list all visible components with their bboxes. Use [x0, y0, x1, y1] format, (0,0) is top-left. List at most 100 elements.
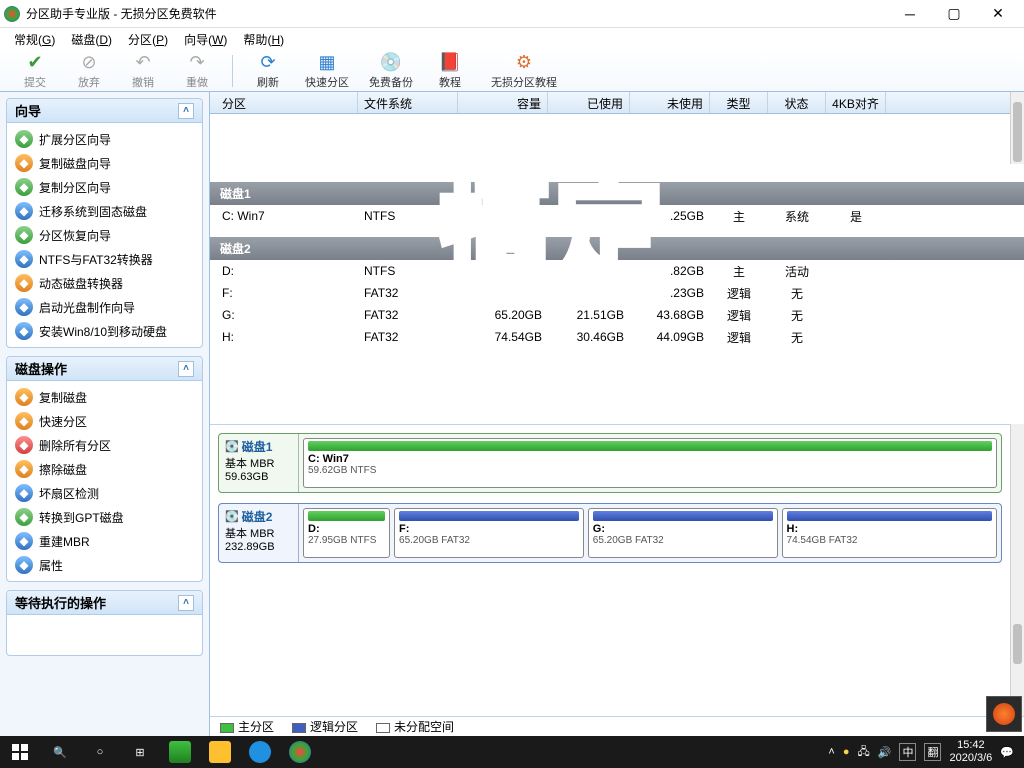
disk-header-row[interactable]: 磁盘1 [210, 182, 1024, 205]
disk-map-parts: D:27.95GB NTFSF:65.20GB FAT32G:65.20GB F… [299, 504, 1001, 562]
quick-partition-button[interactable]: ▦快速分区 [297, 50, 357, 92]
wizard-item[interactable]: ◆复制磁盘向导 [11, 151, 198, 175]
refresh-button[interactable]: ⟳刷新 [243, 50, 293, 92]
disk-map[interactable]: 💽磁盘2基本 MBR232.89GBD:27.95GB NTFSF:65.20G… [218, 503, 1002, 563]
chevron-up-icon[interactable]: ˄ [178, 595, 194, 611]
diskop-item[interactable]: ◆坏扇区检测 [11, 481, 198, 505]
partition-sub: 65.20GB FAT32 [593, 535, 773, 546]
wizard-item[interactable]: ◆ 分区恢复向导 [11, 223, 198, 247]
col-type[interactable]: 类型 [710, 92, 768, 113]
usage-bar [399, 511, 579, 521]
scrollbar[interactable] [1010, 424, 1024, 716]
taskbar-app[interactable] [200, 736, 240, 768]
task-view-button[interactable]: ⊞ [120, 736, 160, 768]
scrollbar[interactable] [1010, 92, 1024, 164]
maximize-button[interactable]: ▢ [932, 0, 976, 28]
wizard-item[interactable]: ◆动态磁盘转换器 [11, 271, 198, 295]
partition-row[interactable]: G:FAT3265.20GB21.51GB43.68GB逻辑无 [210, 304, 1024, 326]
action-label: 复制磁盘向导 [39, 155, 111, 172]
clock[interactable]: 15:42 2020/3/6 [949, 739, 992, 765]
disk-header-row[interactable]: 磁盘2 [210, 237, 1024, 260]
action-label: 分区恢复向导 [39, 227, 111, 244]
col-capacity[interactable]: 容量 [458, 92, 548, 113]
action-icon: ◆ [15, 250, 33, 268]
legend-logical: 逻辑分区 [292, 718, 358, 735]
menu-wizard[interactable]: 向导(W) [176, 29, 235, 50]
action-icon: ◆ [15, 202, 33, 220]
action-icon: ◆ [15, 298, 33, 316]
tray-chevron-icon[interactable]: ˄ [828, 746, 834, 758]
menu-general[interactable]: 常规(G) [6, 29, 63, 50]
action-icon: ◆ [15, 226, 33, 244]
ime-indicator[interactable]: 翻 [924, 743, 941, 761]
action-label: 启动光盘制作向导 [39, 299, 135, 316]
wizard-item[interactable]: ◆复制分区向导 [11, 175, 198, 199]
commit-button[interactable]: ✔提交 [10, 50, 60, 92]
free-backup-button[interactable]: 💿免费备份 [361, 50, 421, 92]
pending-header[interactable]: 等待执行的操作 ˄ [7, 591, 202, 615]
col-filesystem[interactable]: 文件系统 [358, 92, 458, 113]
action-label: 坏扇区检测 [39, 485, 99, 502]
diskop-item[interactable]: ◆复制磁盘 [11, 385, 198, 409]
chevron-up-icon[interactable]: ˄ [178, 361, 194, 377]
wizard-item[interactable]: ◆NTFS与FAT32转换器 [11, 247, 198, 271]
wizard-item[interactable]: ◆安装Win8/10到移动硬盘 [11, 319, 198, 343]
pending-title: 等待执行的操作 [15, 593, 106, 612]
redo-button[interactable]: ↷重做 [172, 50, 222, 92]
tray-volume-icon[interactable]: 🔊 [878, 746, 892, 759]
col-4k-align[interactable]: 4KB对齐 [826, 92, 886, 113]
partition-row[interactable]: D:NTFS.82GB主活动 [210, 260, 1024, 282]
lossless-tutorial-button[interactable]: ⚙无损分区教程 [479, 50, 569, 92]
diskop-item[interactable]: ◆重建MBR [11, 529, 198, 553]
partition-row[interactable]: F:FAT32.23GB逻辑无 [210, 282, 1024, 304]
taskbar-app[interactable] [160, 736, 200, 768]
disk-ops-header[interactable]: 磁盘操作 ˄ [7, 357, 202, 381]
disk-map-info: 💽磁盘2基本 MBR232.89GB [219, 504, 299, 562]
chevron-up-icon[interactable]: ˄ [178, 103, 194, 119]
tray-security-icon[interactable]: ● [843, 746, 850, 758]
floating-widget[interactable] [986, 696, 1022, 732]
col-free[interactable]: 未使用 [630, 92, 710, 113]
action-label: 属性 [39, 557, 63, 574]
disk-map-partition[interactable]: F:65.20GB FAT32 [394, 508, 584, 558]
diskop-item[interactable]: ◆删除所有分区 [11, 433, 198, 457]
cortana-button[interactable]: ○ [80, 736, 120, 768]
disk-map[interactable]: 💽磁盘1基本 MBR59.63GBC: Win759.62GB NTFS [218, 433, 1002, 493]
taskbar-app[interactable] [240, 736, 280, 768]
menu-partition[interactable]: 分区(P) [120, 29, 176, 50]
wizard-header[interactable]: 向导 ˄ [7, 99, 202, 123]
minimize-button[interactable]: ─ [888, 0, 932, 28]
discard-button[interactable]: ⊘放弃 [64, 50, 114, 92]
ime-indicator[interactable]: 中 [899, 743, 916, 761]
wizard-item[interactable]: ◆扩展分区向导 [11, 127, 198, 151]
col-status[interactable]: 状态 [768, 92, 826, 113]
disk-map-partition[interactable]: D:27.95GB NTFS [303, 508, 390, 558]
disk-map-partition[interactable]: H:74.54GB FAT32 [782, 508, 997, 558]
wizard-item[interactable]: ◆ 启动光盘制作向导 [11, 295, 198, 319]
diskop-item[interactable]: ◆擦除磁盘 [11, 457, 198, 481]
menu-disk[interactable]: 磁盘(D) [63, 29, 120, 50]
partition-row[interactable]: H:FAT3274.54GB30.46GB44.09GB逻辑无 [210, 326, 1024, 348]
action-label: 扩展分区向导 [39, 131, 111, 148]
undo-button[interactable]: ↶撤销 [118, 50, 168, 92]
partition-list[interactable]: 磁盘1C: Win7NTFS.25GB主系统是磁盘2D:NTFS.82GB主活动… [210, 164, 1024, 424]
taskbar-app-current[interactable] [280, 736, 320, 768]
action-label: 迁移系统到固态磁盘 [39, 203, 147, 220]
action-icon: ◆ [15, 532, 33, 550]
search-button[interactable]: 🔍 [40, 736, 80, 768]
diskop-item[interactable]: ◆属性 [11, 553, 198, 577]
diskop-item[interactable]: ◆快速分区 [11, 409, 198, 433]
menu-help[interactable]: 帮助(H) [235, 29, 292, 50]
tutorial-button[interactable]: 📕教程 [425, 50, 475, 92]
partition-row[interactable]: C: Win7NTFS.25GB主系统是 [210, 205, 1024, 227]
close-button[interactable]: ✕ [976, 0, 1020, 28]
disk-map-partition[interactable]: C: Win759.62GB NTFS [303, 438, 997, 488]
tray-network-icon[interactable]: 🖧 [858, 743, 870, 762]
col-partition[interactable]: 分区 [210, 92, 358, 113]
disk-map-partition[interactable]: G:65.20GB FAT32 [588, 508, 778, 558]
wizard-item[interactable]: ◆ 迁移系统到固态磁盘 [11, 199, 198, 223]
diskop-item[interactable]: ◆转换到GPT磁盘 [11, 505, 198, 529]
col-used[interactable]: 已使用 [548, 92, 630, 113]
start-button[interactable] [0, 736, 40, 768]
notifications-icon[interactable]: 💬 [1000, 746, 1014, 759]
